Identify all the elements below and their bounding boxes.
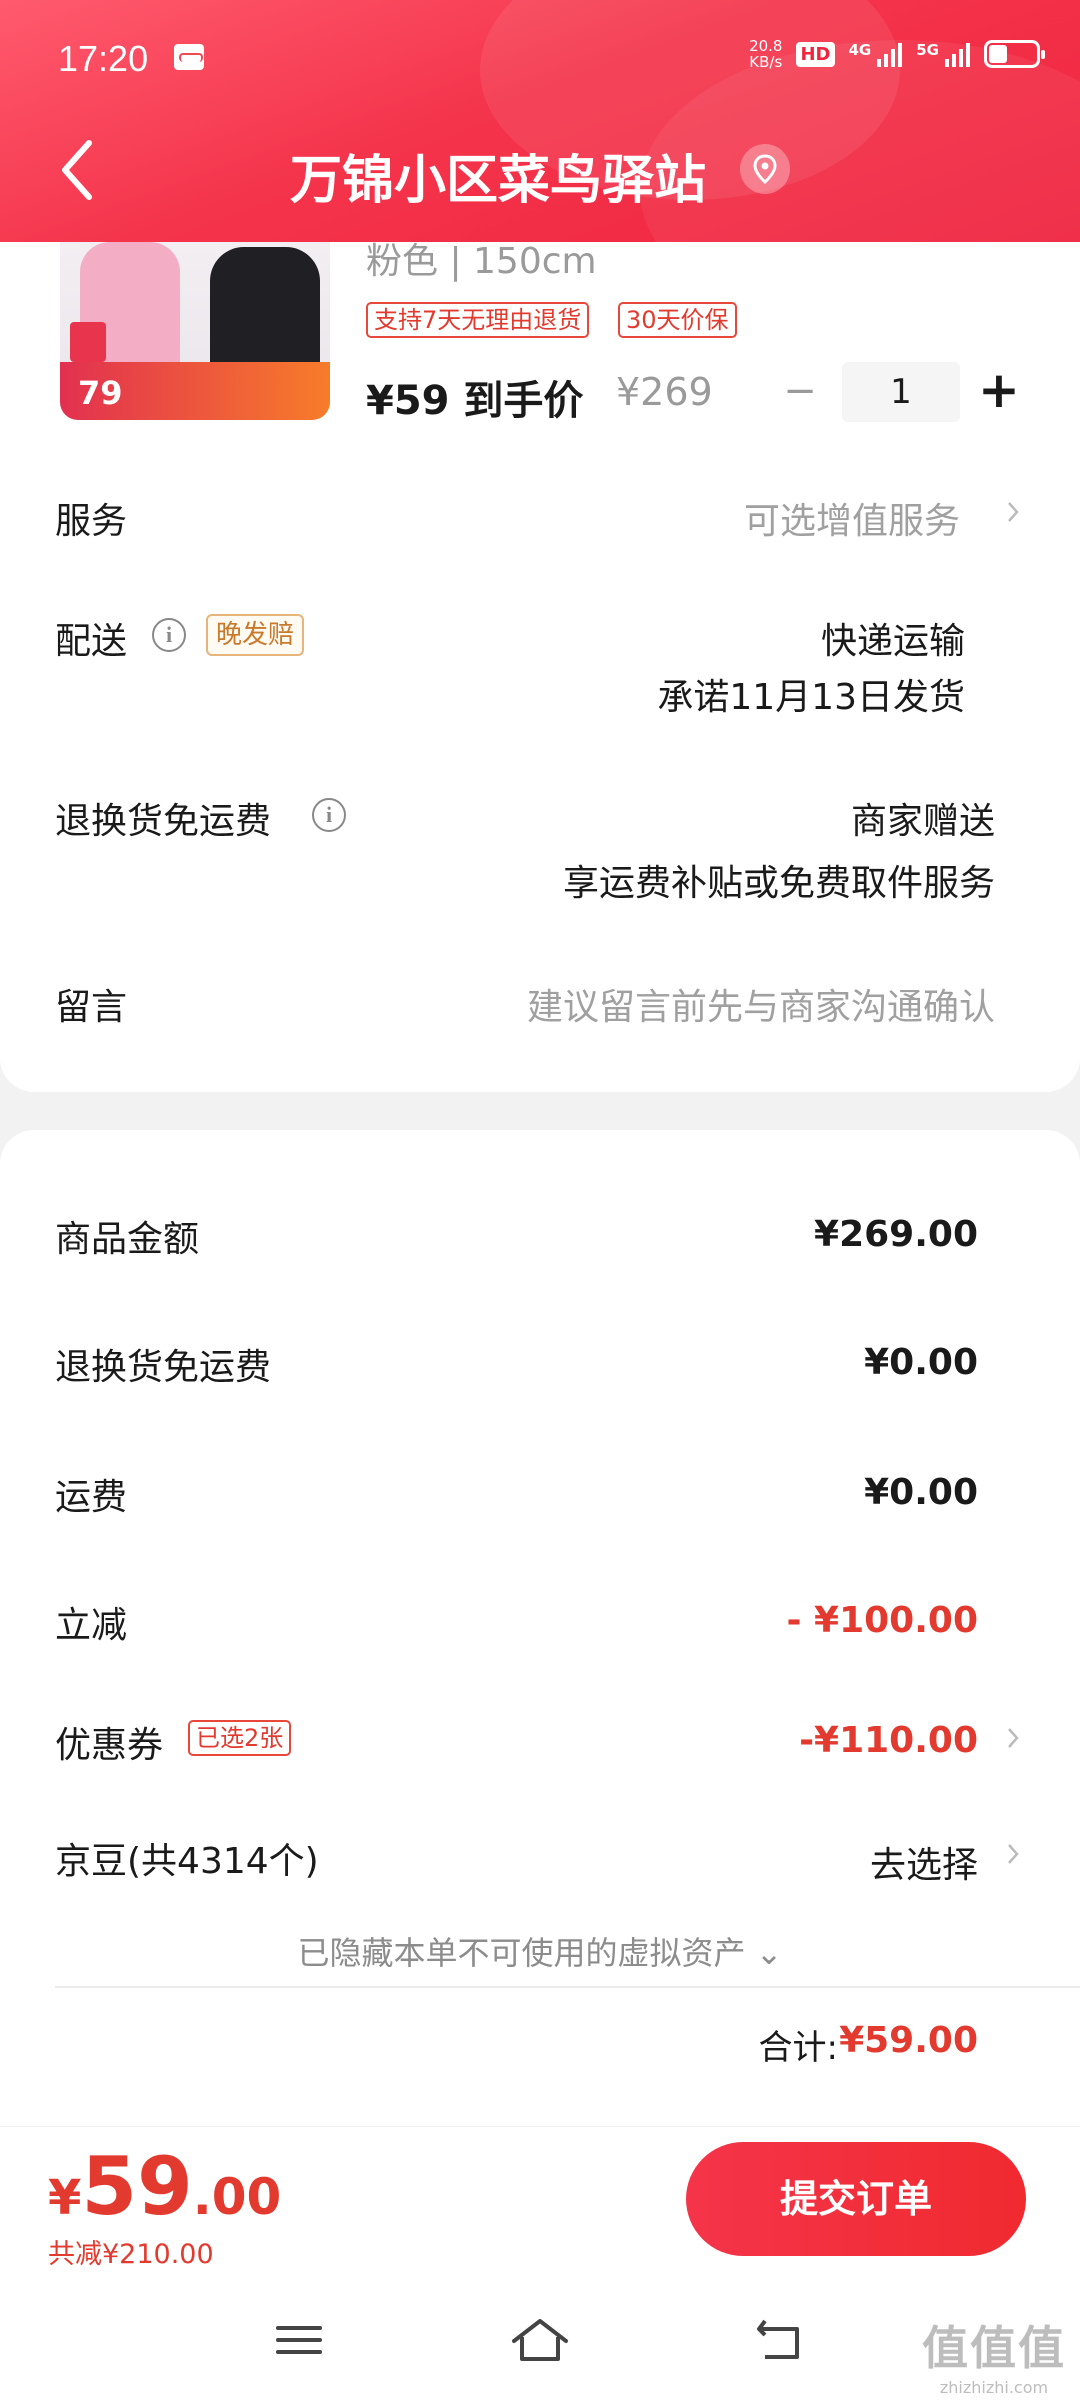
delivery-method: 快递运输: [820, 621, 965, 662]
late-compensation-tag: 晚发赔: [206, 614, 305, 656]
return-shipping-value: 商家赠送: [850, 801, 995, 842]
hidden-assets-toggle[interactable]: 已隐藏本单不可使用的虚拟资产 ⌄: [0, 1928, 1080, 1974]
total-value: ¥59.00: [839, 2020, 978, 2061]
message-label: 留言: [55, 987, 128, 1028]
product-image[interactable]: 79: [60, 242, 330, 420]
return-policy-tag: 支持7天无理由退货: [366, 302, 590, 338]
quantity-decrease-button[interactable]: −: [782, 368, 818, 418]
delivery-promise: 承诺11月13日发货: [657, 677, 965, 718]
original-price: ¥269: [616, 370, 713, 414]
price-protect-tag: 30天价保: [618, 302, 737, 338]
hd-icon: HD: [796, 41, 835, 67]
signal-5g-icon: 5G: [916, 41, 970, 67]
service-label: 服务: [55, 501, 128, 542]
status-icons: 20.8 KB/s HD 4G 5G: [749, 37, 1045, 71]
home-icon[interactable]: [505, 2310, 575, 2370]
return-fee-label: 退换货免运费: [55, 1347, 272, 1388]
coupon-label: 优惠券: [55, 1725, 164, 1766]
watermark-logo: 值值值 zhizhizhi.com: [922, 2321, 1066, 2397]
battery-icon: [984, 40, 1045, 68]
info-icon[interactable]: i: [152, 618, 186, 652]
menu-icon[interactable]: [264, 2310, 334, 2370]
notification-app-icon: [174, 44, 204, 70]
back-nav-icon[interactable]: [745, 2310, 815, 2370]
chevron-right-icon[interactable]: [1006, 1842, 1020, 1866]
back-button[interactable]: [55, 135, 105, 205]
goods-amount-value: ¥269.00: [814, 1214, 978, 1255]
pay-amount: ¥59.00: [48, 2140, 282, 2233]
shipping-value: ¥0.00: [864, 1472, 978, 1513]
page-title: 万锦小区菜鸟驿站: [290, 151, 707, 211]
net-speed: 20.8 KB/s: [749, 37, 783, 71]
total-saved: 共减¥210.00: [48, 2239, 214, 2270]
goods-amount-label: 商品金额: [55, 1219, 200, 1260]
message-input[interactable]: 建议留言前先与商家沟通确认: [527, 978, 995, 1030]
return-shipping-label: 退换货免运费: [55, 801, 272, 842]
product-variant: 粉色 | 150cm: [366, 241, 597, 282]
location-pin-icon[interactable]: [740, 144, 790, 194]
shipping-label: 运费: [55, 1477, 128, 1518]
info-icon[interactable]: i: [312, 798, 346, 832]
chevron-right-icon[interactable]: [1006, 1726, 1020, 1750]
chevron-left-icon: [62, 140, 92, 200]
chevron-right-icon[interactable]: [1006, 500, 1020, 524]
quantity-input[interactable]: 1: [842, 362, 960, 422]
status-time: 17:20: [58, 38, 149, 79]
divider: [55, 1986, 1080, 1988]
final-price: ¥59 到手价: [366, 378, 584, 424]
delivery-label: 配送: [55, 621, 128, 662]
return-fee-value: ¥0.00: [864, 1342, 978, 1383]
signal-4g-icon: 4G: [849, 41, 903, 67]
quantity-increase-button[interactable]: +: [976, 360, 1022, 420]
return-shipping-desc: 享运费补贴或免费取件服务: [562, 863, 995, 904]
image-price: 79: [78, 374, 123, 412]
service-value[interactable]: 可选增值服务: [744, 492, 960, 544]
discount-label: 立减: [55, 1605, 128, 1646]
total-label: 合计:: [758, 2028, 838, 2068]
coupon-selected-tag: 已选2张: [188, 1720, 292, 1756]
discount-value: - ¥100.00: [786, 1600, 978, 1641]
coupon-value[interactable]: -¥110.00: [799, 1720, 978, 1761]
jingdou-label: 京豆(共4314个): [55, 1841, 319, 1882]
submit-order-button[interactable]: 提交订单: [686, 2142, 1026, 2256]
jingdou-select[interactable]: 去选择: [870, 1836, 978, 1888]
